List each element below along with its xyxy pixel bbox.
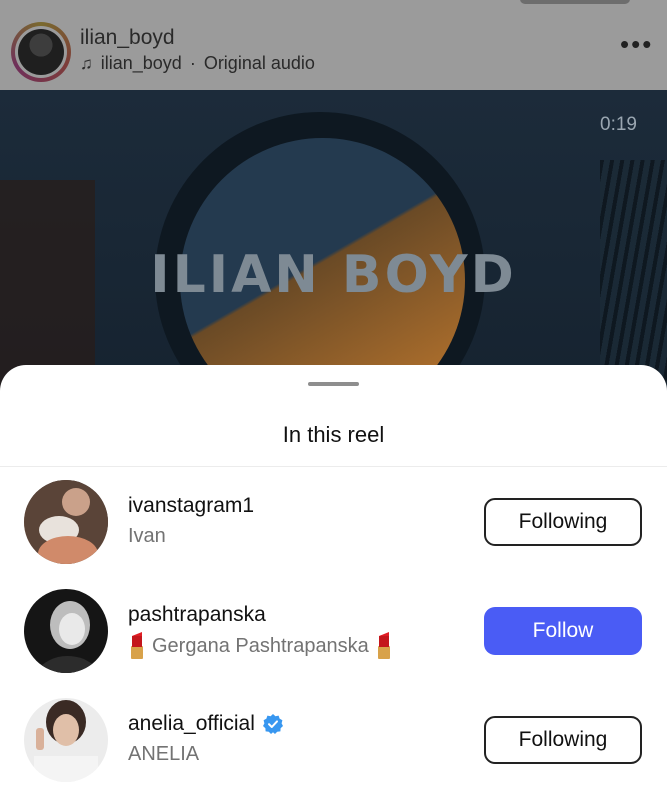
person-row-ivanstagram1[interactable]: ivanstagram1 Ivan Following bbox=[0, 473, 667, 573]
audio-separator: · bbox=[189, 53, 196, 73]
username[interactable]: ivanstagram1 bbox=[128, 494, 254, 518]
divider bbox=[0, 466, 667, 467]
author-avatar[interactable] bbox=[11, 22, 71, 82]
avatar-photo bbox=[24, 480, 108, 564]
top-pill bbox=[520, 0, 630, 4]
avatar[interactable] bbox=[24, 480, 108, 564]
display-name: ANELIA bbox=[128, 743, 200, 765]
username[interactable]: anelia_official bbox=[128, 712, 283, 736]
verified-badge-icon bbox=[262, 714, 283, 734]
following-button[interactable]: Following bbox=[484, 716, 642, 764]
sheet-drag-handle[interactable] bbox=[308, 382, 359, 386]
in-this-reel-sheet: In this reel ivanstagram1 Ivan Following bbox=[0, 365, 667, 805]
follow-button[interactable]: Follow bbox=[484, 607, 642, 655]
avatar[interactable] bbox=[24, 698, 108, 782]
video-overlay-title: ILIAN BOYD bbox=[150, 245, 517, 305]
post-header: ilian_boyd ♫ ilian_boyd · Original audio… bbox=[0, 0, 667, 90]
author-username[interactable]: ilian_boyd bbox=[80, 26, 175, 50]
audio-author: ilian_boyd bbox=[100, 53, 182, 73]
sheet-title: In this reel bbox=[282, 422, 385, 447]
music-note-icon: ♫ bbox=[80, 53, 93, 73]
avatar-photo bbox=[24, 698, 108, 782]
lipstick-icon bbox=[375, 632, 393, 660]
following-button[interactable]: Following bbox=[484, 498, 642, 546]
reel-video[interactable]: 0:19 ILIAN BOYD bbox=[0, 90, 667, 390]
avatar[interactable] bbox=[24, 589, 108, 673]
lipstick-icon bbox=[128, 632, 146, 660]
person-row-pashtrapanska[interactable]: pashtrapanska Gergana Pashtrapanska Foll… bbox=[0, 582, 667, 682]
avatar-photo bbox=[24, 589, 108, 673]
audio-info[interactable]: ♫ ilian_boyd · Original audio bbox=[80, 53, 315, 74]
audio-label: Original audio bbox=[203, 53, 315, 73]
person-row-anelia-official[interactable]: anelia_official ANELIA Following bbox=[0, 691, 667, 791]
display-name: Gergana Pashtrapanska bbox=[128, 632, 393, 660]
more-options-icon[interactable]: ••• bbox=[620, 31, 653, 57]
display-name: Ivan bbox=[128, 525, 166, 547]
username[interactable]: pashtrapanska bbox=[128, 603, 266, 627]
video-timestamp: 0:19 bbox=[600, 114, 637, 135]
